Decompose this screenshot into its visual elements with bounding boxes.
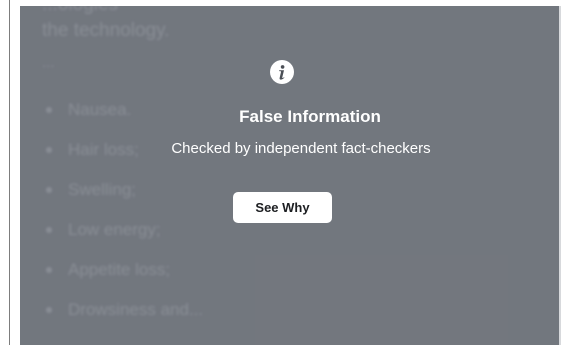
warning-subtitle: Checked by independent fact-checkers xyxy=(171,140,431,157)
see-why-button[interactable]: See Why xyxy=(233,192,332,223)
post-card: ...ologies the technology. ... Nausea. H… xyxy=(20,6,559,345)
false-info-warning: False Information Checked by independent… xyxy=(20,6,559,345)
left-border xyxy=(9,0,10,345)
warning-title: False Information xyxy=(239,107,381,126)
screenshot-frame: ...ologies the technology. ... Nausea. H… xyxy=(0,0,561,345)
info-icon xyxy=(270,60,294,84)
